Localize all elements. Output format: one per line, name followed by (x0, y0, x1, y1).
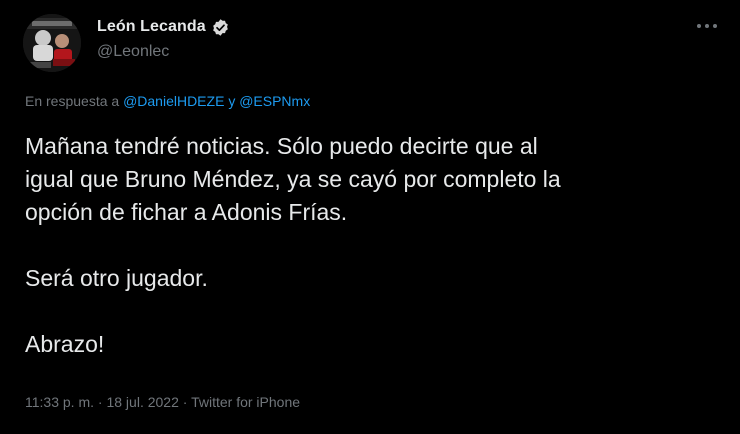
reply-context: En respuesta a @DanielHDEZE y @ESPNmx (25, 93, 310, 109)
reply-prefix: En respuesta a (25, 93, 120, 109)
tweet-metadata: 11:33 p. m. · 18 jul. 2022 · Twitter for… (25, 394, 300, 410)
tweet-card: León Lecanda @Leonlec En respuesta a @Da… (0, 0, 740, 434)
tweet-paragraph-2: Será otro jugador. (25, 265, 208, 291)
reply-mention-espnmx[interactable]: @ESPNmx (239, 93, 310, 109)
meta-separator-2: · (182, 394, 188, 410)
tweet-paragraph-3: Abrazo! (25, 331, 105, 357)
tweet-date[interactable]: 18 jul. 2022 (106, 394, 178, 410)
verified-badge-icon (212, 18, 228, 36)
tweet-source[interactable]: Twitter for iPhone (191, 394, 300, 410)
avatar[interactable] (23, 14, 81, 72)
tweet-line-3: opción de fichar a Adonis Frías. (25, 199, 348, 225)
author-handle[interactable]: @Leonlec (97, 43, 230, 61)
tweet-time[interactable]: 11:33 p. m. (25, 394, 94, 410)
tweet-line-1: Mañana tendré noticias. Sólo puedo decir… (25, 133, 538, 159)
reply-joiner: y (228, 93, 236, 109)
meta-separator-1: · (97, 394, 103, 410)
reply-mention-danielhdeze[interactable]: @DanielHDEZE (123, 93, 224, 109)
display-name[interactable]: León Lecanda (97, 18, 206, 36)
author-block: León Lecanda @Leonlec (97, 16, 230, 61)
name-row: León Lecanda (97, 16, 230, 38)
avatar-image (23, 14, 81, 72)
more-options-icon[interactable] (696, 22, 718, 30)
tweet-line-2: igual que Bruno Méndez, ya se cayó por c… (25, 166, 561, 192)
tweet-text: Mañana tendré noticias. Sólo puedo decir… (25, 130, 725, 361)
